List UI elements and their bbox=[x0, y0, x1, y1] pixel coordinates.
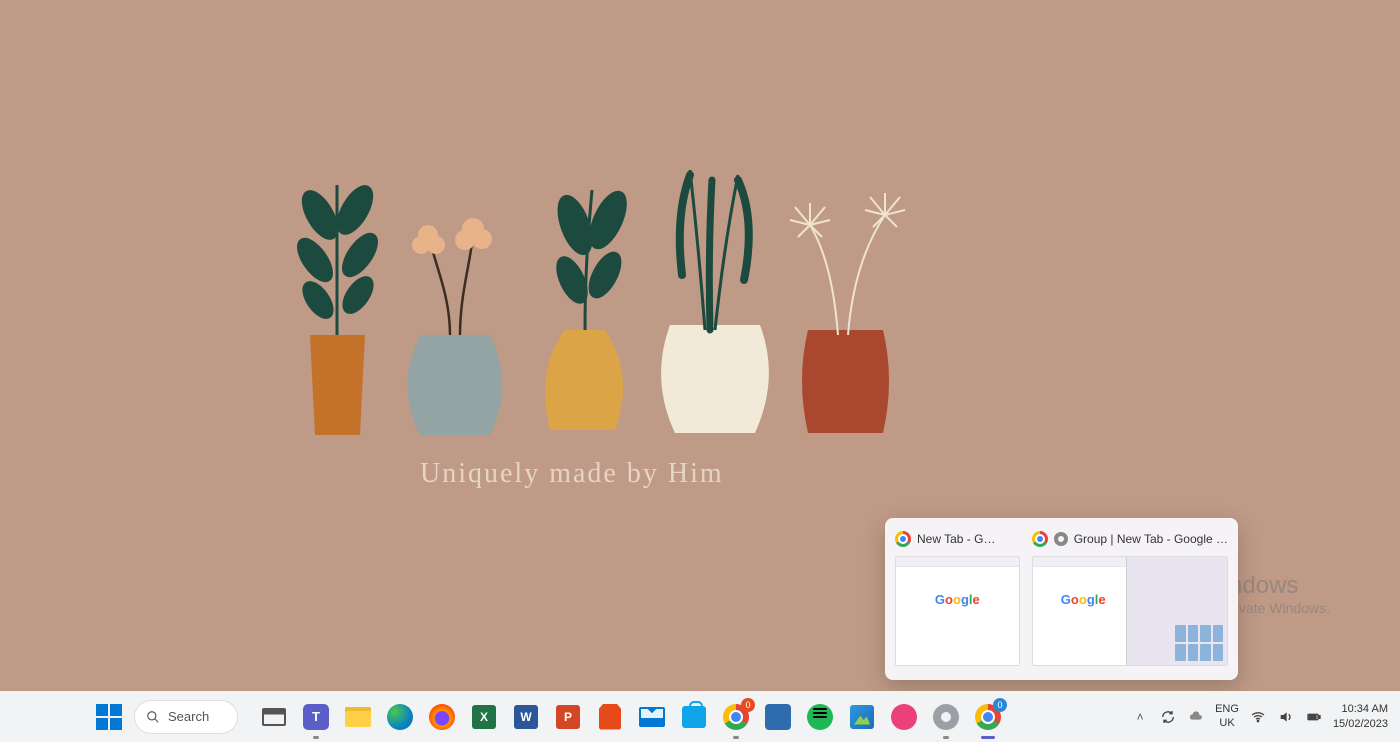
windows-icon bbox=[96, 704, 122, 730]
office-icon bbox=[599, 704, 621, 730]
task-view-button[interactable] bbox=[258, 701, 290, 733]
system-tray: ˄ ENG UK 10:34 AM 15/02/2023 bbox=[1131, 702, 1388, 731]
preview-window-2[interactable]: Group | New Tab - Google … Google bbox=[1032, 528, 1228, 666]
preview-thumbnail[interactable]: Google bbox=[895, 556, 1020, 666]
pink-app-icon bbox=[891, 704, 917, 730]
wallpaper-illustration bbox=[270, 155, 940, 460]
wifi-icon[interactable] bbox=[1249, 708, 1267, 726]
preview-title: New Tab - G… bbox=[917, 532, 995, 546]
edge-icon bbox=[387, 704, 413, 730]
store-button[interactable] bbox=[678, 701, 710, 733]
preview-header: Group | New Tab - Google … bbox=[1032, 528, 1228, 550]
gear-icon bbox=[1054, 532, 1068, 546]
generic-app-icon bbox=[765, 704, 791, 730]
excel-icon: X bbox=[472, 705, 496, 729]
spotify-button[interactable] bbox=[804, 701, 836, 733]
store-icon bbox=[682, 706, 706, 728]
sync-icon[interactable] bbox=[1159, 708, 1177, 726]
settings-button[interactable] bbox=[930, 701, 962, 733]
preview-title: Group | New Tab - Google … bbox=[1074, 532, 1228, 546]
excel-button[interactable]: X bbox=[468, 701, 500, 733]
spotify-icon bbox=[807, 704, 833, 730]
clock[interactable]: 10:34 AM 15/02/2023 bbox=[1333, 702, 1388, 731]
search-icon bbox=[146, 710, 160, 724]
firefox-icon bbox=[429, 704, 455, 730]
badge-icon: 0 bbox=[993, 698, 1007, 712]
chrome-icon bbox=[1032, 531, 1048, 547]
badge-icon: 0 bbox=[741, 698, 755, 712]
teams-button[interactable] bbox=[300, 701, 332, 733]
taskbar: Search X W P 0 0 bbox=[0, 691, 1400, 742]
onedrive-icon[interactable] bbox=[1187, 708, 1205, 726]
google-logo: Google bbox=[1061, 592, 1106, 607]
preview-window-1[interactable]: New Tab - G… Google bbox=[895, 528, 1020, 666]
word-button[interactable]: W bbox=[510, 701, 542, 733]
mail-button[interactable] bbox=[636, 701, 668, 733]
search-placeholder: Search bbox=[168, 709, 209, 724]
firefox-button[interactable] bbox=[426, 701, 458, 733]
taskbar-apps: X W P 0 0 bbox=[258, 701, 1004, 733]
time-text: 10:34 AM bbox=[1333, 702, 1388, 716]
teams-icon bbox=[303, 704, 329, 730]
google-logo: Google bbox=[935, 592, 980, 607]
language-indicator[interactable]: ENG UK bbox=[1215, 703, 1239, 729]
chrome-button[interactable]: 0 bbox=[720, 701, 752, 733]
powerpoint-button[interactable]: P bbox=[552, 701, 584, 733]
battery-icon[interactable] bbox=[1305, 708, 1323, 726]
volume-icon[interactable] bbox=[1277, 708, 1295, 726]
date-text: 15/02/2023 bbox=[1333, 717, 1388, 731]
chrome-icon bbox=[895, 531, 911, 547]
app-blue-button[interactable] bbox=[762, 701, 794, 733]
taskbar-preview-popup: New Tab - G… Google Group | New Tab - Go… bbox=[885, 518, 1238, 680]
edge-button[interactable] bbox=[384, 701, 416, 733]
photos-button[interactable] bbox=[846, 701, 878, 733]
folder-icon bbox=[345, 707, 371, 727]
gear-icon bbox=[933, 704, 959, 730]
task-view-icon bbox=[262, 708, 286, 726]
office-button[interactable] bbox=[594, 701, 626, 733]
search-box[interactable]: Search bbox=[134, 700, 238, 734]
preview-thumbnail[interactable]: Google bbox=[1032, 556, 1228, 666]
start-button[interactable] bbox=[90, 698, 128, 736]
chrome-button-2[interactable]: 0 bbox=[972, 701, 1004, 733]
mail-icon bbox=[639, 707, 665, 727]
photos-icon bbox=[850, 705, 874, 729]
tray-overflow-button[interactable]: ˄ bbox=[1131, 708, 1149, 726]
desktop[interactable]: Uniquely made by Him Activate Windows Go… bbox=[0, 0, 1400, 691]
preview-header: New Tab - G… bbox=[895, 528, 1020, 550]
language-bottom: UK bbox=[1215, 717, 1239, 730]
file-explorer-button[interactable] bbox=[342, 701, 374, 733]
powerpoint-icon: P bbox=[556, 705, 580, 729]
word-icon: W bbox=[514, 705, 538, 729]
wallpaper-caption: Uniquely made by Him bbox=[420, 458, 724, 490]
language-top: ENG bbox=[1215, 703, 1239, 716]
pink-app-button[interactable] bbox=[888, 701, 920, 733]
